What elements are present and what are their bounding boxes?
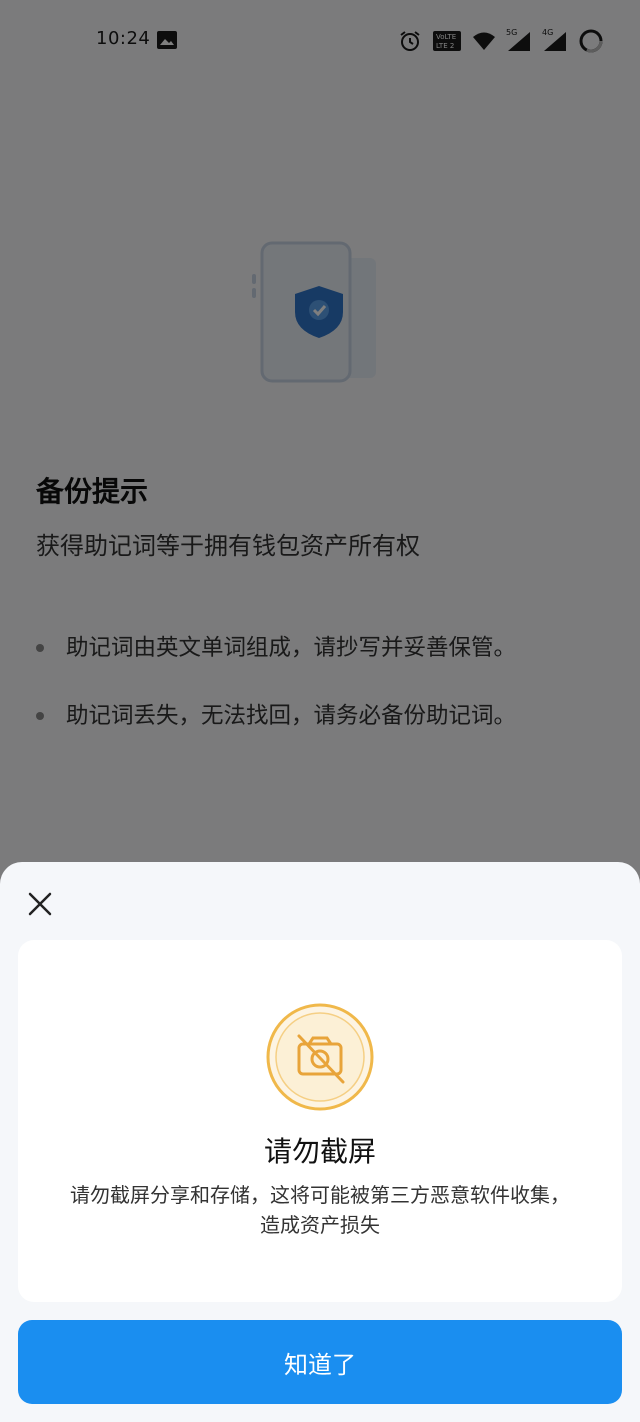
close-button[interactable] (20, 884, 60, 924)
confirm-button[interactable]: 知道了 (18, 1320, 622, 1404)
dialog-description: 请勿截屏分享和存储，这将可能被第三方恶意软件收集，造成资产损失 (70, 1183, 570, 1237)
warning-card: 请勿截屏 请勿截屏分享和存储，这将可能被第三方恶意软件收集，造成资产损失 (18, 940, 622, 1302)
dialog-title: 请勿截屏 (263, 1135, 376, 1168)
no-screenshot-sheet: 请勿截屏 请勿截屏分享和存储，这将可能被第三方恶意软件收集，造成资产损失 知道了 (0, 862, 640, 1422)
no-camera-icon (266, 1003, 374, 1111)
close-icon (28, 892, 52, 916)
